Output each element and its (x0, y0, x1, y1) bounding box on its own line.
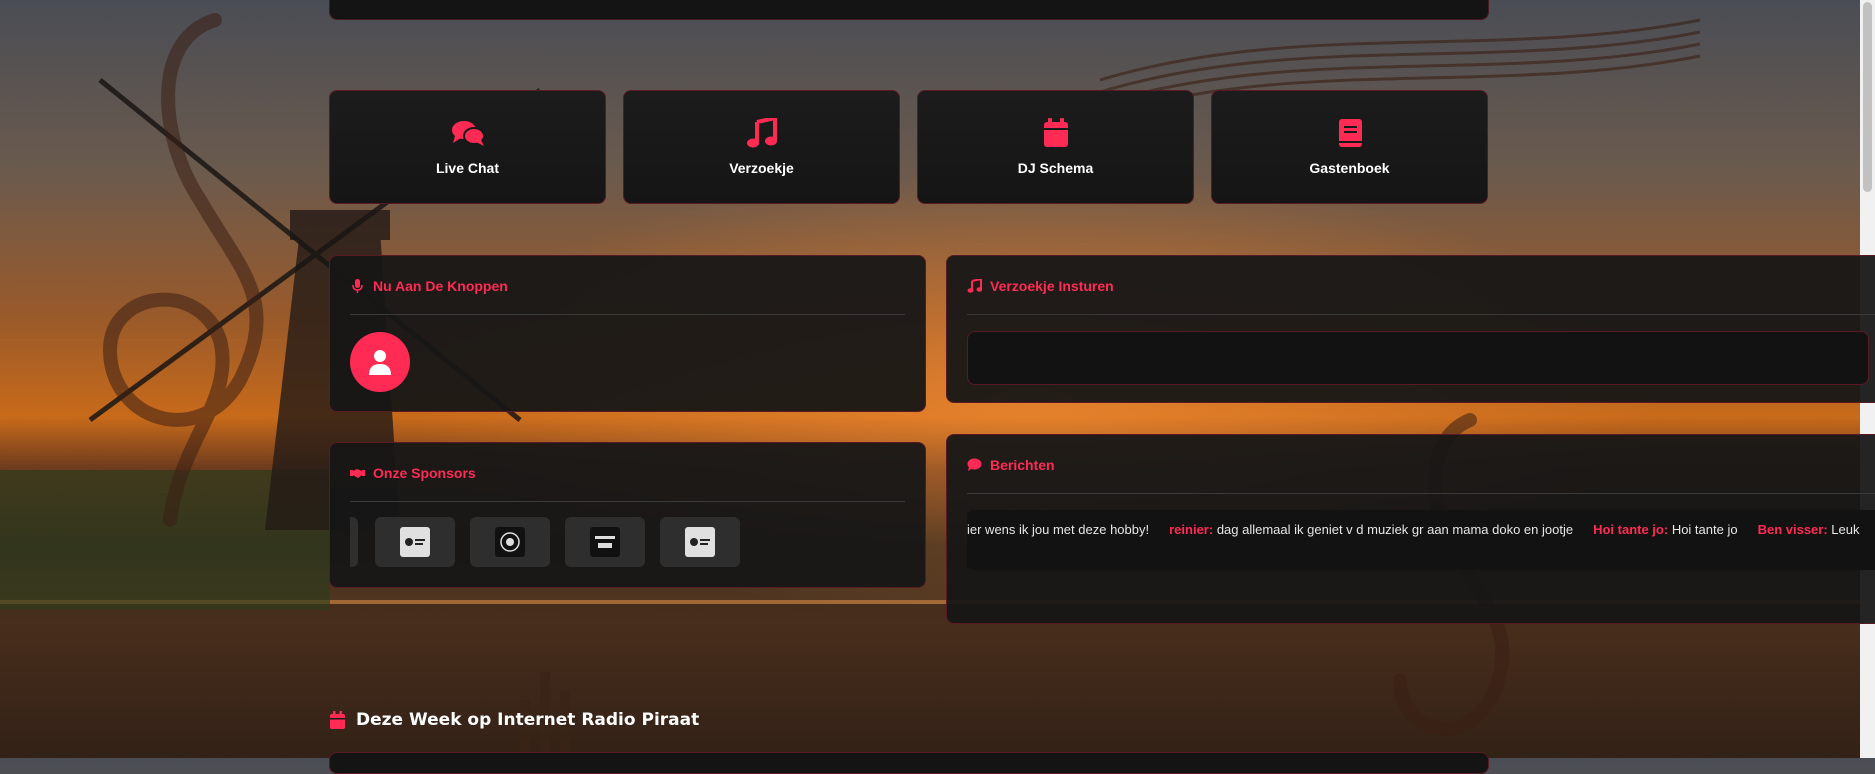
message-item: reinier: dag allemaal ik geniet v d muzi… (1169, 522, 1573, 537)
message-text: Hoi tante jo (1671, 522, 1738, 537)
book-icon (1338, 119, 1362, 147)
now-on-air-panel: Nu Aan De Knoppen (329, 255, 926, 412)
sponsor-item[interactable] (565, 517, 645, 567)
sponsor-logo-icon (495, 527, 525, 557)
gastenboek-label: Gastenboek (1309, 160, 1390, 176)
schedule-panel-edge (329, 752, 1489, 774)
live-chat-label: Live Chat (435, 160, 499, 176)
music-note-icon (746, 118, 777, 148)
message-author: reinier: (1169, 522, 1214, 537)
music-note-icon (967, 279, 982, 293)
message-item: ier wens ik jou met deze hobby! (967, 522, 1149, 537)
message-author: Ben visser: (1757, 522, 1828, 537)
microphone-icon (352, 279, 363, 293)
now-on-air-title: Nu Aan De Knoppen (373, 278, 508, 294)
live-chat-button[interactable]: Live Chat (329, 90, 606, 204)
messages-header: Berichten (967, 457, 1055, 473)
request-form[interactable] (967, 331, 1869, 385)
divider (967, 493, 1875, 494)
request-title: Verzoekje Insturen (990, 278, 1114, 294)
request-panel: Verzoekje Insturen (946, 255, 1875, 403)
dj-avatar (350, 332, 410, 392)
request-header: Verzoekje Insturen (967, 278, 1114, 294)
ticker-line: ier wens ik jou met deze hobby! reinier: … (967, 522, 1875, 537)
comment-icon (967, 458, 982, 471)
sponsor-item[interactable] (350, 517, 358, 567)
sponsors-panel: Onze Sponsors (329, 442, 926, 588)
messages-title: Berichten (990, 457, 1055, 473)
sponsor-item[interactable] (470, 517, 550, 567)
top-panel-edge (329, 0, 1489, 20)
week-schedule-title: Deze Week op Internet Radio Piraat (356, 710, 700, 730)
verzoekje-button[interactable]: Verzoekje (623, 90, 900, 204)
user-icon (369, 350, 391, 375)
verzoekje-label: Verzoekje (729, 160, 794, 176)
sponsor-item[interactable] (660, 517, 740, 567)
gastenboek-button[interactable]: Gastenboek (1211, 90, 1488, 204)
sponsor-logo-icon (400, 527, 430, 557)
divider (967, 314, 1875, 315)
divider (350, 314, 905, 315)
comments-icon (451, 121, 485, 146)
scrollbar-thumb[interactable] (1863, 2, 1872, 192)
message-item: Hoi tante jo: Hoi tante jo (1593, 522, 1738, 537)
message-text: ier wens ik jou met deze hobby! (967, 522, 1150, 537)
week-schedule-heading: Deze Week op Internet Radio Piraat (329, 710, 699, 730)
messages-ticker: ier wens ik jou met deze hobby! reinier: … (967, 510, 1875, 570)
message-item: Ben visser: Leuk (1758, 522, 1860, 537)
message-text: dag allemaal ik geniet v d muziek gr aan… (1216, 522, 1574, 537)
calendar-icon (330, 711, 345, 729)
handshake-icon (350, 469, 365, 478)
messages-panel: Berichten ier wens ik jou met deze hobby… (946, 434, 1875, 624)
sponsor-logo-icon (590, 527, 620, 557)
calendar-icon (1043, 118, 1068, 147)
divider (350, 501, 905, 502)
dj-schema-label: DJ Schema (1017, 160, 1094, 176)
dj-schema-button[interactable]: DJ Schema (917, 90, 1194, 204)
message-author: Hoi tante jo: (1593, 522, 1669, 537)
sponsors-header: Onze Sponsors (350, 465, 476, 481)
sponsors-title: Onze Sponsors (373, 465, 476, 481)
message-text: Leuk (1831, 522, 1860, 537)
sponsor-logo-icon (685, 527, 715, 557)
now-on-air-header: Nu Aan De Knoppen (350, 278, 508, 294)
sponsor-item[interactable] (375, 517, 455, 567)
sponsor-carousel (350, 517, 770, 569)
